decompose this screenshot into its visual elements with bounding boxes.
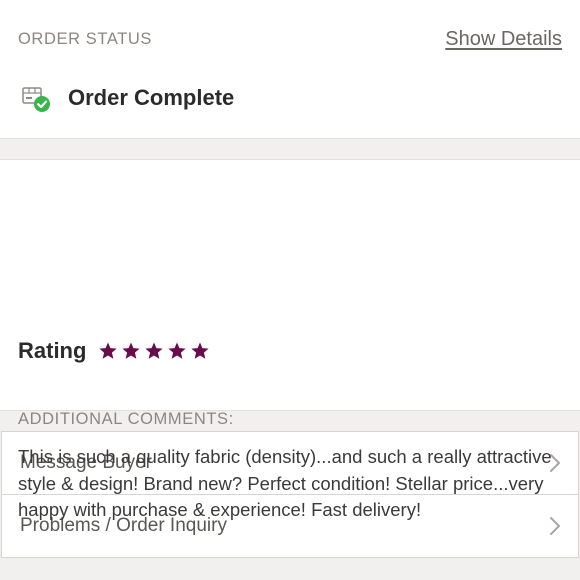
review-comment: This is such a quality fabric (density).… [18,446,552,520]
star-icon [99,342,118,359]
order-status-label: ORDER STATUS [18,30,153,48]
additional-comments-label: ADDITIONAL COMMENTS: [18,410,234,428]
star-icon [191,342,210,359]
order-status-card: ORDER STATUS Show Details Order Complete [0,0,580,139]
star-icon [168,342,187,359]
order-status-text: Order Complete [68,85,235,110]
order-status-header: ORDER STATUS Show Details [18,28,562,51]
order-status-line: Order Complete [20,82,234,114]
review-card: Rating ADDITIONAL COMMENTS: This is such… [0,159,580,520]
rating-label: Rating [18,338,87,363]
rating-line: Rating [18,338,210,364]
star-icon [122,342,141,359]
package-complete-icon [20,82,52,114]
star-icon [145,342,164,359]
rating-stars [98,341,210,361]
show-details-link[interactable]: Show Details [445,28,562,51]
